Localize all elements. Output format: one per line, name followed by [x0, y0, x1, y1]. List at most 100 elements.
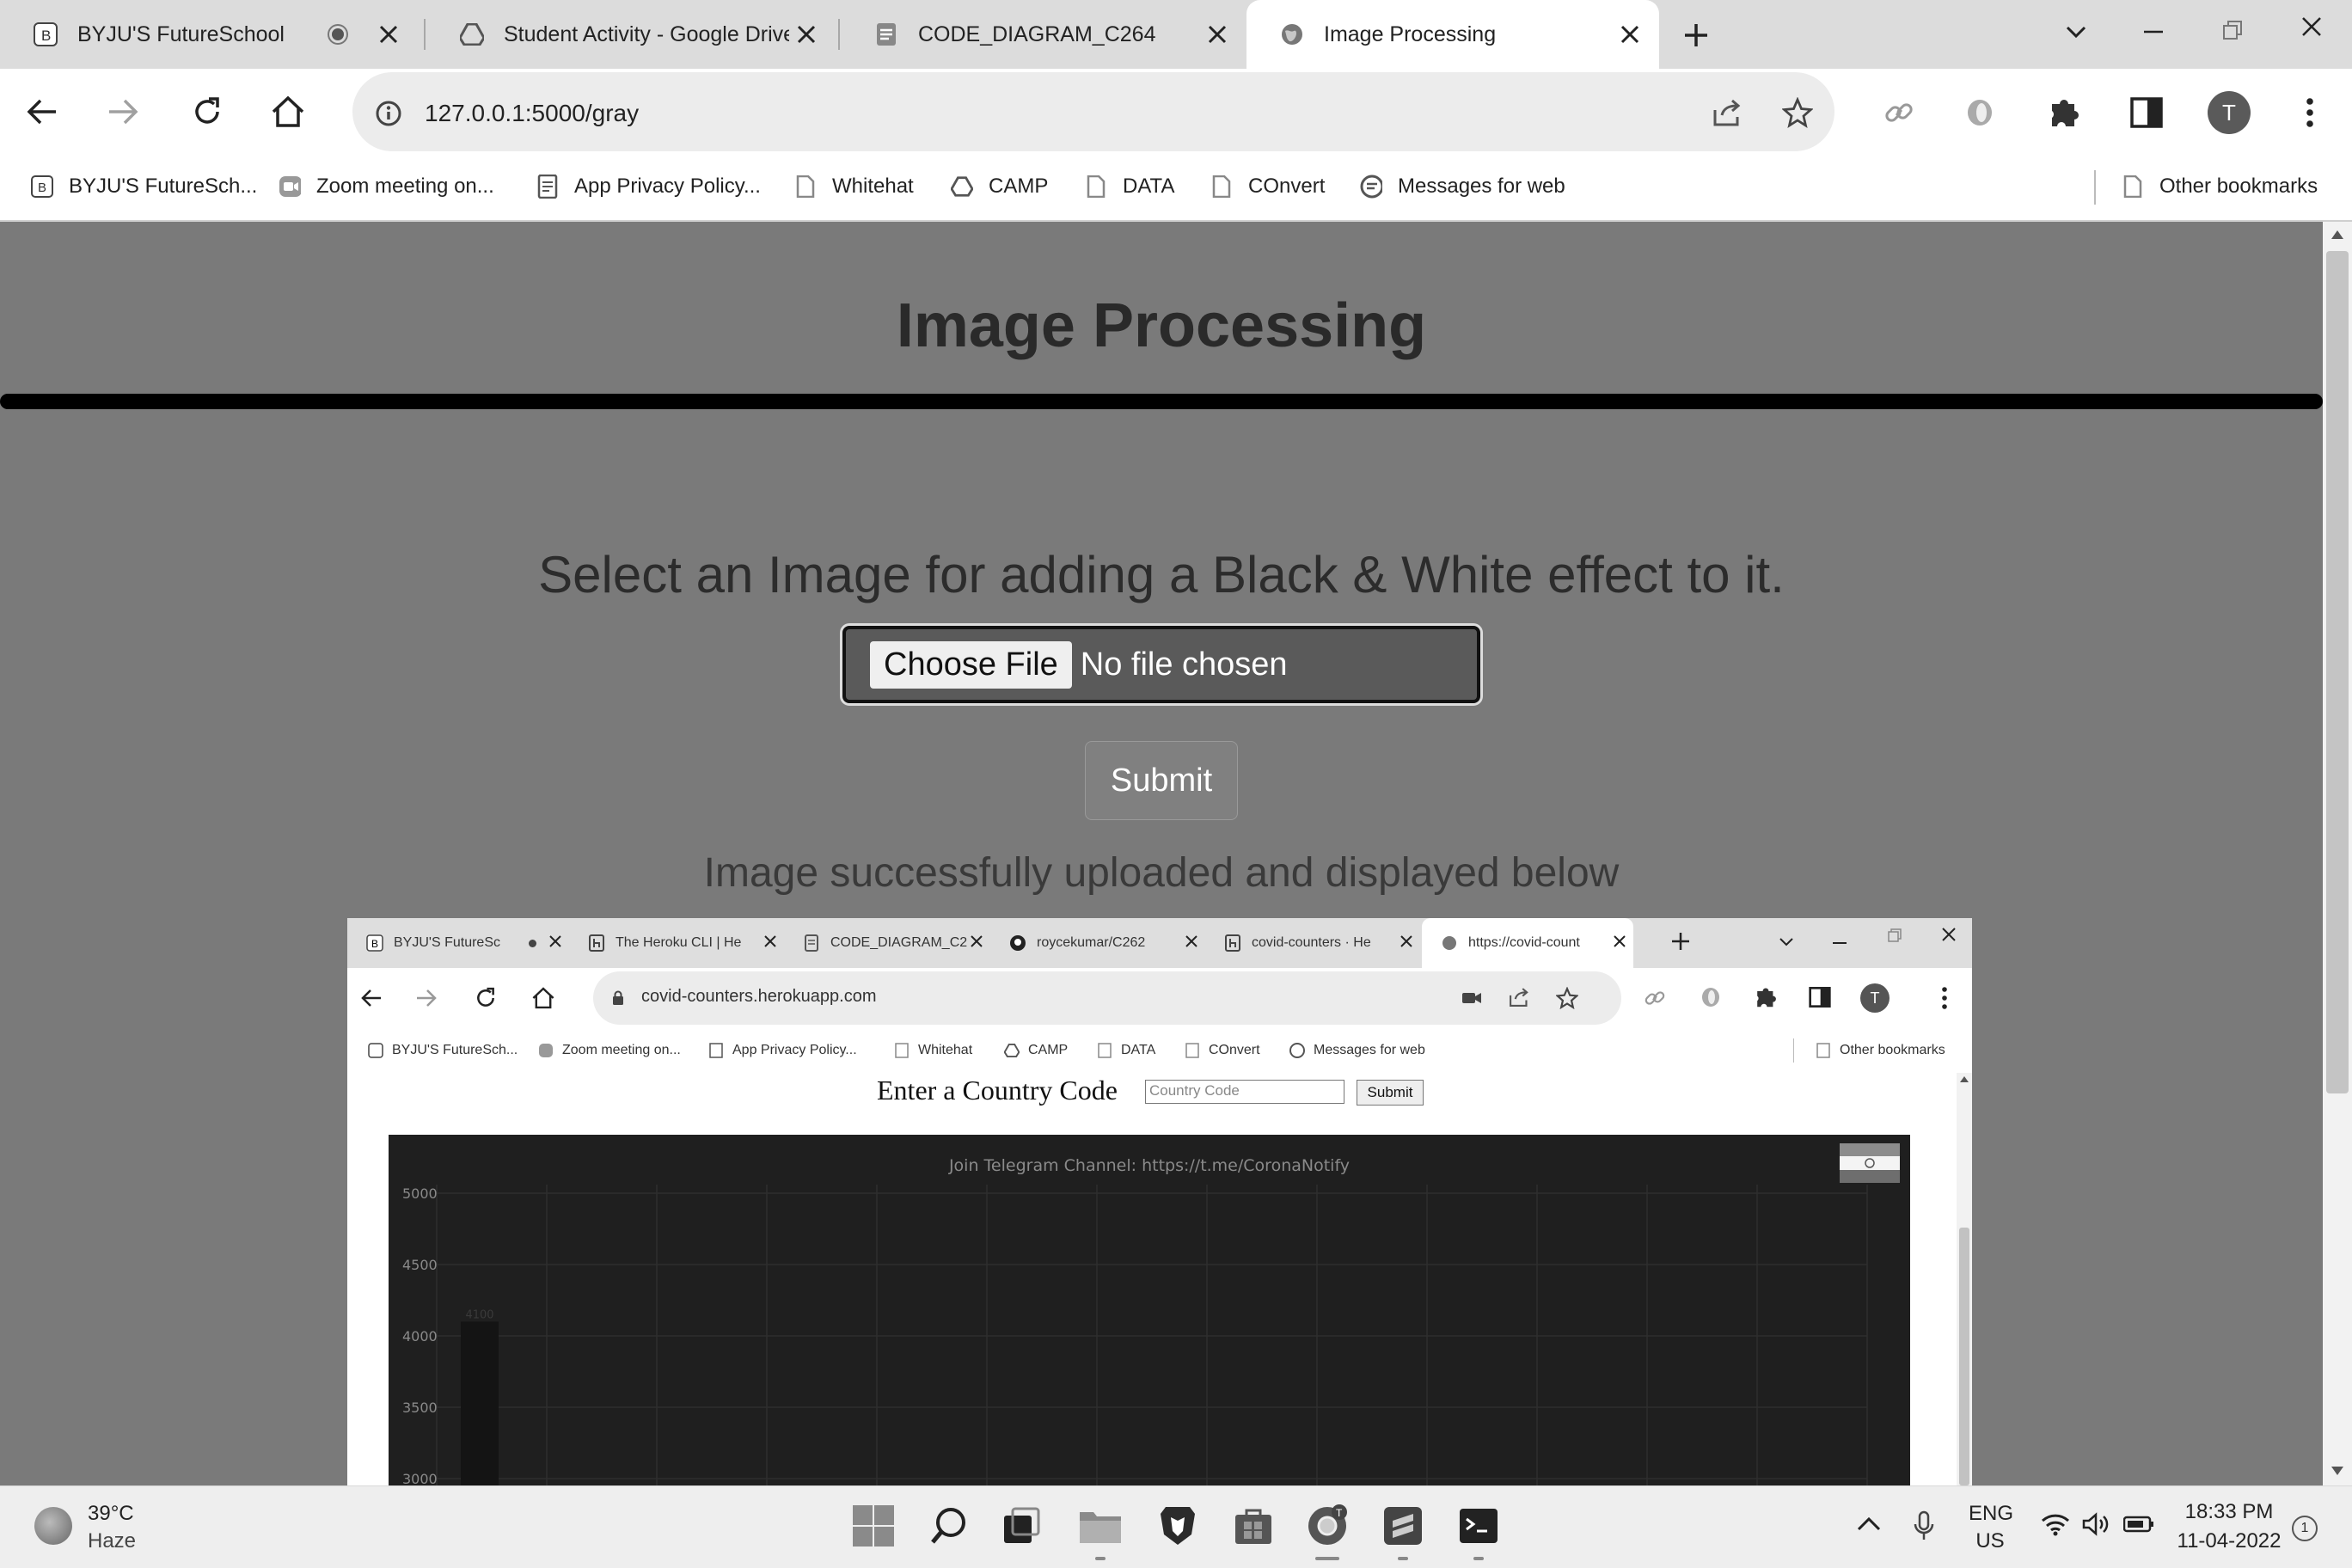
page-scrollbar[interactable] [2323, 222, 2352, 1485]
close-window-button[interactable] [2292, 7, 2331, 46]
bookmark-label: Zoom meeting on... [316, 175, 494, 198]
choose-file-button[interactable]: Choose File [870, 640, 1072, 689]
extensions-puzzle-icon[interactable] [2043, 91, 2086, 134]
zoom-icon [538, 1043, 554, 1058]
file-input[interactable]: Choose File No file chosen [842, 626, 1480, 703]
weather-temp[interactable]: 39°C [88, 1502, 134, 1526]
tab-google-drive[interactable]: Student Activity - Google Drive [426, 0, 836, 69]
close-tab-icon [1185, 934, 1198, 952]
microphone-icon[interactable] [1914, 1510, 1934, 1546]
minimize-button[interactable] [2134, 12, 2173, 52]
camera-icon [1461, 990, 1482, 1010]
file-status: No file chosen [1080, 646, 1288, 683]
battery-icon[interactable] [2122, 1516, 2154, 1537]
share-icon[interactable] [1707, 93, 1747, 132]
success-message: Image successfully uploaded and displaye… [703, 850, 1620, 896]
tab-title: Image Processing [1324, 21, 1497, 46]
weather-desc[interactable]: Haze [88, 1529, 136, 1553]
bookmark-label: BYJU'S FutureSch... [392, 1043, 518, 1057]
avatar: T [1860, 983, 1890, 1013]
search-icon[interactable] [922, 1498, 977, 1553]
submit-button[interactable]: Submit [1085, 741, 1238, 820]
bookmark-zoom[interactable]: Zoom meeting on... [279, 153, 494, 220]
volume-icon[interactable] [2082, 1512, 2110, 1540]
tab-image-processing[interactable]: Image Processing [1246, 0, 1659, 69]
page-icon [1085, 175, 1107, 198]
tab-code-diagram[interactable]: CODE_DIAGRAM_C264 [841, 0, 1246, 69]
inner-page: Enter a Country Code Country Code Submit… [347, 1073, 1957, 1485]
share-icon [1508, 987, 1530, 1012]
language-bottom[interactable]: US [1969, 1529, 2012, 1553]
tab-byjus[interactable]: B BYJU'S FutureSchool [0, 0, 418, 69]
inner-tab-title: BYJU'S FutureSc [394, 935, 500, 950]
inner-bookmark: BYJU'S FutureSch... [368, 1028, 518, 1073]
bookmark-convert[interactable]: COnvert [1210, 153, 1325, 220]
bookmark-app-privacy[interactable]: App Privacy Policy... [536, 153, 761, 220]
home-button[interactable] [265, 89, 311, 134]
bookmark-label: Whitehat [918, 1043, 973, 1057]
close-tab-icon [1613, 934, 1626, 952]
url-text[interactable]: 127.0.0.1:5000/gray [425, 95, 639, 132]
close-tab-icon[interactable] [1200, 17, 1234, 52]
country-code-label: Enter a Country Code [877, 1075, 1118, 1106]
sublime-icon[interactable] [1375, 1498, 1430, 1560]
profile-avatar[interactable]: T [2206, 89, 2252, 136]
bookmark-byjus[interactable]: B BYJU'S FutureSch... [31, 153, 257, 220]
chevron-up-icon[interactable] [1857, 1516, 1881, 1535]
page-icon [1097, 1043, 1112, 1058]
bookmark-data[interactable]: DATA [1085, 153, 1174, 220]
home-icon [272, 95, 304, 127]
file-explorer-icon[interactable] [1073, 1498, 1128, 1560]
side-panel-icon[interactable] [2125, 91, 2168, 134]
notification-badge[interactable]: 1 [2292, 1516, 2318, 1541]
extension-opera-icon[interactable] [1960, 93, 2000, 132]
scroll-down-arrow-icon[interactable] [2331, 1467, 2343, 1475]
terminal-icon[interactable] [1451, 1498, 1506, 1560]
bookmark-camp[interactable]: CAMP [951, 153, 1048, 220]
messages-icon [1289, 1043, 1305, 1058]
inner-bookmark: Zoom meeting on... [538, 1028, 681, 1073]
reload-button[interactable] [184, 89, 230, 134]
close-tab-icon[interactable] [789, 17, 824, 52]
clock-date[interactable]: 11-04-2022 [2173, 1529, 2285, 1553]
close-tab-icon[interactable] [371, 17, 406, 52]
home-icon [531, 987, 555, 1014]
bookmark-label: Zoom meeting on... [562, 1043, 681, 1057]
bookmark-whitehat[interactable]: Whitehat [794, 153, 914, 220]
store-icon[interactable] [1226, 1498, 1281, 1553]
bookmark-star-icon[interactable] [1778, 93, 1817, 132]
chrome-icon[interactable]: T [1300, 1498, 1355, 1560]
link-icon[interactable] [1879, 93, 1919, 132]
forward-button[interactable] [100, 91, 146, 132]
brave-icon[interactable] [1150, 1498, 1205, 1553]
inner-bookmark: App Privacy Policy... [708, 1028, 857, 1073]
clock-time[interactable]: 18:33 PM [2177, 1500, 2282, 1524]
inner-toolbar: covid-counters.herokuapp.com T [347, 968, 1972, 1028]
bookmark-star-icon [1555, 986, 1579, 1014]
byjus-favicon: B [33, 21, 58, 47]
bookmark-label: CAMP [1028, 1043, 1069, 1057]
svg-text:B: B [38, 181, 46, 195]
site-info-icon[interactable] [371, 96, 406, 131]
close-tab-icon[interactable] [1613, 17, 1647, 52]
restore-button[interactable] [2213, 10, 2252, 50]
bookmark-messages[interactable]: Messages for web [1360, 153, 1565, 220]
extensions-puzzle-icon [1754, 985, 1778, 1014]
bookmark-label: COnvert [1209, 1043, 1260, 1057]
scrollbar-thumb[interactable] [2326, 251, 2349, 1093]
wifi-icon[interactable] [2041, 1512, 2070, 1540]
chart-svg: 4100 5000 4500 4000 3500 3000 Join Telegram … [389, 1135, 1910, 1485]
task-view-icon[interactable] [994, 1498, 1049, 1553]
back-button[interactable] [19, 91, 65, 132]
covid-chart: 4100 5000 4500 4000 3500 3000 Join Telegram … [389, 1135, 1910, 1485]
windows-start-icon[interactable] [846, 1498, 901, 1553]
language-top[interactable]: ENG [1969, 1502, 2013, 1526]
weather-haze-icon[interactable] [34, 1507, 72, 1545]
menu-kebab-icon[interactable] [2290, 91, 2330, 134]
new-tab-button[interactable] [1676, 15, 1716, 55]
other-bookmarks[interactable]: Other bookmarks [2122, 153, 2318, 220]
forward-arrow-icon [416, 989, 437, 1012]
globe-icon [1441, 934, 1458, 952]
tab-search-button[interactable] [2056, 12, 2096, 52]
scroll-up-arrow-icon[interactable] [2331, 230, 2343, 239]
